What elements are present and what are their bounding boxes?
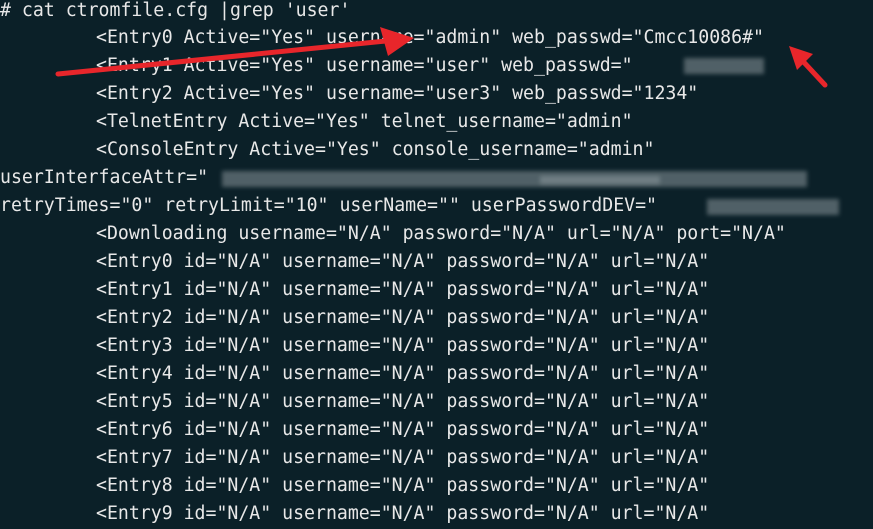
output-line-entry8-na: <Entry8 id="N/A" username="N/A" password… [96,475,710,496]
output-line-entry2-active: <Entry2 Active="Yes" username="user3" we… [96,83,699,104]
output-line-entry2-na: <Entry2 id="N/A" username="N/A" password… [96,307,710,328]
output-line-entry6-na: <Entry6 id="N/A" username="N/A" password… [96,419,710,440]
output-line-entry9-na: <Entry9 id="N/A" username="N/A" password… [96,503,710,524]
output-line-entry0-na: <Entry0 id="N/A" username="N/A" password… [96,251,710,272]
redacted-user-interface-attr-blur-2 [540,176,660,184]
output-line-entry1-na: <Entry1 id="N/A" username="N/A" password… [96,279,710,300]
output-line-entry3-na: <Entry3 id="N/A" username="N/A" password… [96,335,710,356]
output-line-downloading: <Downloading username="N/A" password="N/… [96,223,786,244]
redacted-user-interface-attr-blur [222,171,807,187]
output-line-entry1-active: <Entry1 Active="Yes" username="user" web… [96,55,633,76]
output-line-retry-times: retryTimes="0" retryLimit="10" userName=… [0,195,657,216]
arrow-to-password-icon [789,46,828,88]
redacted-user-password-dev-blur [707,199,839,215]
terminal-window[interactable]: # cat ctromfile.cfg |grep 'user' <Entry0… [0,0,873,529]
redacted-password-blur [684,58,764,74]
output-line-telnet-entry: <TelnetEntry Active="Yes" telnet_usernam… [96,111,633,132]
output-line-entry5-na: <Entry5 id="N/A" username="N/A" password… [96,391,710,412]
output-line-entry0-active: <Entry0 Active="Yes" username="admin" we… [96,27,764,48]
output-line-entry7-na: <Entry7 id="N/A" username="N/A" password… [96,447,710,468]
output-line-console-entry: <ConsoleEntry Active="Yes" console_usern… [96,139,655,160]
command-line: # cat ctromfile.cfg |grep 'user' [0,0,351,21]
output-line-entry4-na: <Entry4 id="N/A" username="N/A" password… [96,363,710,384]
output-line-user-interface-attr: userInterfaceAttr=" [0,167,209,188]
